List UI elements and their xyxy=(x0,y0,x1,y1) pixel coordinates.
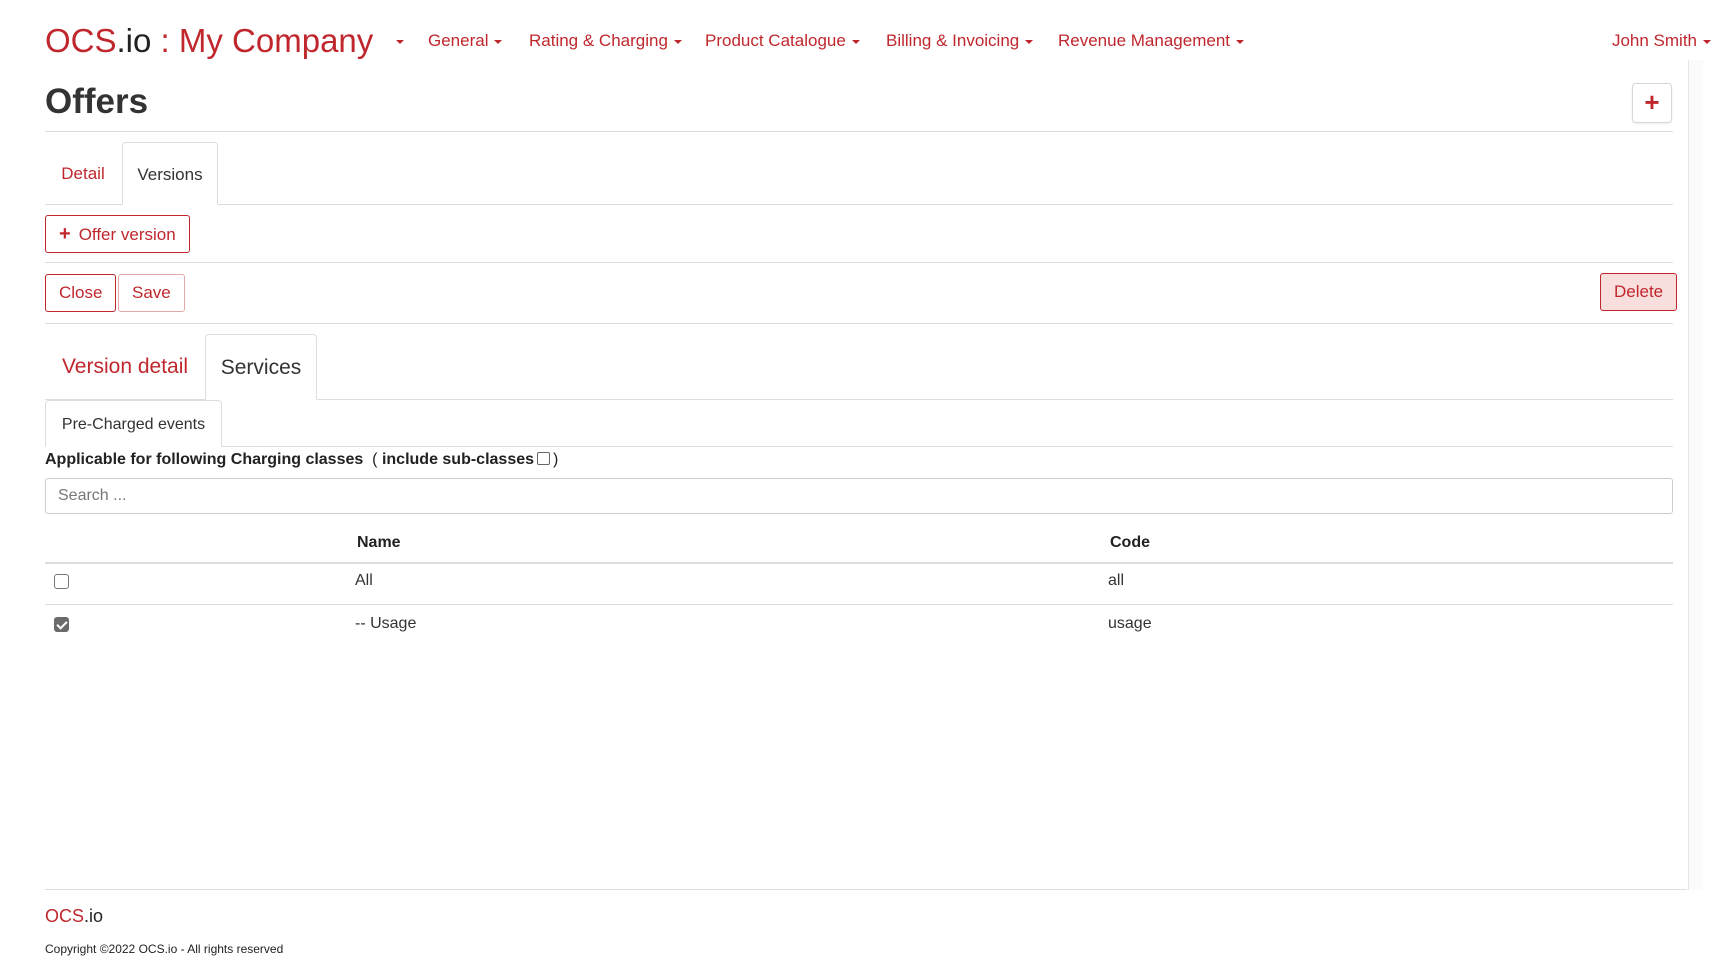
offer-version-label: Offer version xyxy=(78,225,176,244)
charging-classes-heading: Applicable for following Charging classe… xyxy=(45,449,558,471)
user-name: John Smith xyxy=(1611,31,1697,50)
include-subclasses-label: include sub-classes xyxy=(381,451,535,468)
table-cell-name: -- Usage xyxy=(355,615,417,632)
chevron-down-icon xyxy=(673,39,682,44)
divider xyxy=(45,131,1673,132)
tab-versions-label: Versions xyxy=(137,165,203,184)
include-subclasses-paren-open: ( xyxy=(372,451,378,468)
column-header-code: Code xyxy=(1110,534,1150,551)
page-title: Offers xyxy=(45,82,149,121)
chevron-down-icon xyxy=(1025,39,1034,44)
nav-rating-charging[interactable]: Rating & Charging xyxy=(529,30,682,52)
charging-classes-label: Applicable for following Charging classe… xyxy=(45,451,364,468)
top-navbar: OCS.io : My Company General Rating & Cha… xyxy=(0,0,1719,82)
nav-revenue-management[interactable]: Revenue Management xyxy=(1058,30,1245,52)
plus-icon: + xyxy=(1644,87,1660,117)
tab-divider xyxy=(218,204,1673,205)
divider xyxy=(45,262,1673,263)
tab-detail-label: Detail xyxy=(61,164,105,183)
add-offer-button[interactable]: + xyxy=(1632,83,1672,123)
search-input[interactable] xyxy=(45,478,1673,514)
close-button-label: Close xyxy=(59,283,103,302)
user-menu[interactable]: John Smith xyxy=(1612,30,1711,52)
chevron-down-icon xyxy=(1703,39,1711,44)
tab-version-detail[interactable]: Version detail xyxy=(45,334,205,400)
tab-services[interactable]: Services xyxy=(205,334,317,400)
save-button-label: Save xyxy=(132,283,171,302)
tab-divider xyxy=(222,446,1673,447)
nav-billing-invoicing-label: Billing & Invoicing xyxy=(886,31,1020,50)
brand-suffix: .io xyxy=(116,22,152,59)
table-cell-code: all xyxy=(1108,572,1125,589)
tab-services-label: Services xyxy=(220,356,302,379)
nav-billing-invoicing[interactable]: Billing & Invoicing xyxy=(886,30,1034,52)
table-row-divider xyxy=(45,604,1673,605)
nav-rating-charging-label: Rating & Charging xyxy=(529,31,668,50)
chevron-down-icon xyxy=(494,39,503,44)
nav-general[interactable]: General xyxy=(428,30,503,52)
brand-name: OCS xyxy=(45,22,117,59)
company-switch-chevron-down-icon[interactable] xyxy=(396,40,404,44)
tab-detail[interactable]: Detail xyxy=(45,142,121,205)
save-button[interactable]: Save xyxy=(118,274,185,312)
chevron-down-icon xyxy=(1236,39,1245,44)
tab-divider xyxy=(45,204,122,205)
tab-pre-charged-events-label: Pre-Charged events xyxy=(61,416,206,433)
brand-logo[interactable]: OCS.io : My Company xyxy=(45,19,373,63)
delete-button[interactable]: Delete xyxy=(1600,273,1678,311)
add-offer-version-button[interactable]: + Offer version xyxy=(45,215,190,253)
divider xyxy=(45,323,1673,324)
row-checkbox-usage[interactable] xyxy=(54,617,69,632)
include-subclasses-paren-close: ) xyxy=(553,451,559,468)
delete-button-label: Delete xyxy=(1614,282,1664,301)
table-cell-code: usage xyxy=(1108,615,1152,632)
close-button[interactable]: Close xyxy=(45,274,117,312)
chevron-down-icon xyxy=(851,39,860,44)
footer-brand[interactable]: OCS.io xyxy=(45,905,103,927)
copyright-text: Copyright ©2022 OCS.io - All rights rese… xyxy=(45,942,284,956)
tab-divider xyxy=(317,399,1673,400)
footer-brand-name: OCS xyxy=(45,906,85,926)
footer-brand-suffix: .io xyxy=(84,906,104,926)
nav-general-label: General xyxy=(428,31,489,50)
plus-icon: + xyxy=(59,223,71,245)
row-checkbox-all[interactable] xyxy=(54,574,69,589)
nav-product-catalogue-label: Product Catalogue xyxy=(705,31,846,50)
include-subclasses-checkbox[interactable] xyxy=(537,452,551,465)
table-cell-name: All xyxy=(355,572,373,589)
right-scroll-rail xyxy=(1688,60,1703,890)
table-header-divider xyxy=(45,562,1673,564)
footer-divider xyxy=(45,889,1687,890)
company-name: : My Company xyxy=(151,22,374,59)
nav-product-catalogue[interactable]: Product Catalogue xyxy=(705,30,860,52)
tab-pre-charged-events[interactable]: Pre-Charged events xyxy=(45,400,222,447)
nav-revenue-management-label: Revenue Management xyxy=(1058,31,1231,50)
column-header-name: Name xyxy=(357,534,401,551)
tab-version-detail-label: Version detail xyxy=(61,355,189,378)
tab-versions[interactable]: Versions xyxy=(122,142,218,205)
